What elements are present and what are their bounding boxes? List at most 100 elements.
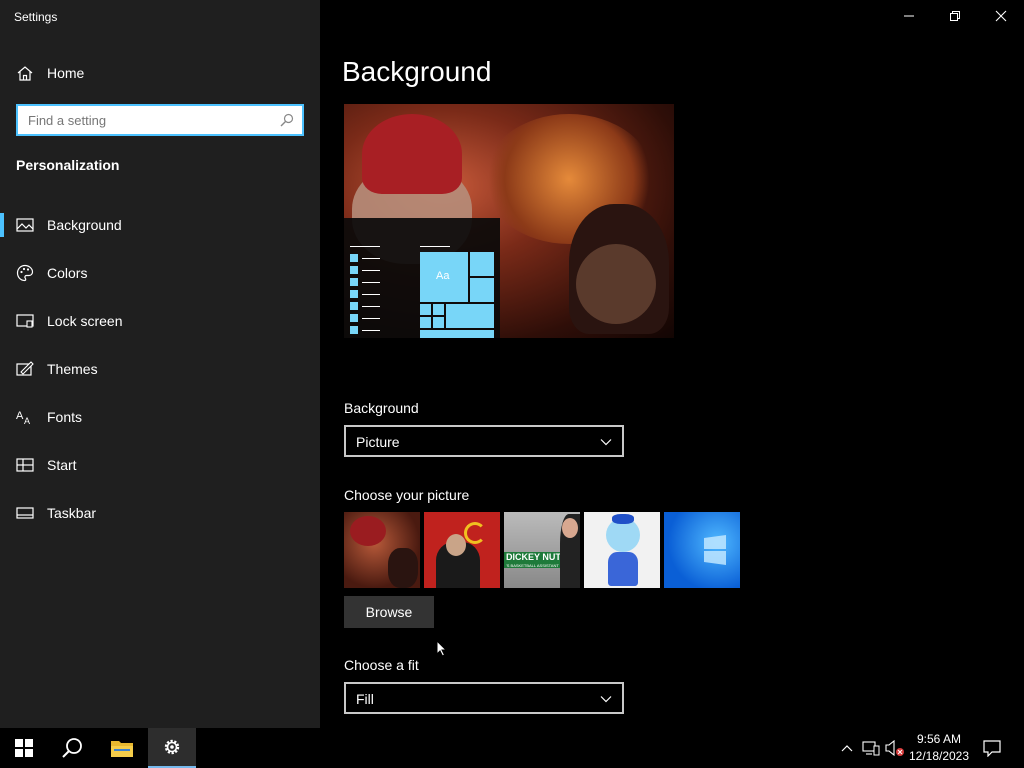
chevron-down-icon — [600, 696, 612, 703]
taskbar-icon — [16, 507, 34, 519]
volume-muted-icon — [885, 740, 904, 756]
picture-thumbnail-poster[interactable]: DICKEY NUTT 'S BASKETBALL ASSISTANT — [504, 512, 580, 588]
restore-button[interactable] — [932, 0, 978, 32]
sidebar-item-lock-screen[interactable]: Lock screen — [0, 301, 320, 341]
background-label: Background — [344, 400, 419, 416]
settings-taskbar-button[interactable] — [148, 728, 196, 768]
preview-square — [350, 254, 358, 262]
notifications-icon — [983, 740, 1001, 757]
volume-button[interactable] — [884, 728, 906, 768]
mouse-cursor-icon — [436, 640, 448, 657]
preview-line — [420, 246, 450, 247]
home-nav-item[interactable]: Home — [0, 56, 320, 90]
flag-emblem — [464, 522, 486, 544]
search-input[interactable] — [18, 106, 278, 134]
doll-body — [608, 552, 638, 586]
windows-logo-icon — [704, 535, 726, 565]
sidebar-item-label: Themes — [47, 361, 98, 377]
sidebar-item-background[interactable]: Background — [0, 205, 320, 245]
fit-label: Choose a fit — [344, 657, 419, 673]
sidebar-item-label: Fonts — [47, 409, 83, 425]
lock-screen-icon — [16, 314, 34, 328]
search-icon — [62, 738, 82, 758]
start-button[interactable] — [0, 728, 48, 768]
search-box[interactable] — [16, 104, 304, 136]
windows-start-icon — [15, 739, 33, 757]
face — [562, 518, 578, 538]
picture-thumbnail-flag[interactable] — [424, 512, 500, 588]
preview-tile — [420, 317, 431, 328]
minimize-icon — [904, 15, 914, 17]
background-dropdown[interactable]: Picture — [344, 425, 624, 457]
page-title: Background — [342, 56, 492, 87]
picture-icon — [16, 218, 34, 232]
palette-icon — [16, 264, 34, 282]
creature — [388, 548, 418, 588]
start-icon — [16, 458, 34, 472]
search-taskbar-button[interactable] — [48, 728, 96, 768]
preview-square — [350, 290, 358, 298]
preview-line — [362, 258, 380, 259]
sidebar-item-label: Background — [47, 217, 122, 233]
browse-button[interactable]: Browse — [344, 596, 434, 628]
fonts-icon: A A — [16, 410, 30, 426]
minimize-button[interactable] — [886, 0, 932, 32]
sidebar-item-fonts[interactable]: A A Fonts — [0, 397, 320, 437]
preview-tile — [420, 304, 431, 315]
home-icon — [17, 66, 33, 81]
preview-line — [362, 294, 380, 295]
background-preview: Aa — [344, 104, 674, 338]
preview-tile — [420, 330, 494, 338]
preview-tile — [433, 304, 444, 315]
sidebar-item-label: Start — [47, 457, 77, 473]
show-hidden-icons-button[interactable] — [838, 728, 856, 768]
window-title: Settings — [14, 10, 58, 24]
santa-hat — [350, 516, 386, 546]
preview-line — [362, 318, 380, 319]
picture-thumbnail-santa[interactable] — [344, 512, 420, 588]
action-center-button[interactable] — [978, 728, 1006, 768]
close-button[interactable] — [978, 0, 1024, 32]
sidebar-item-label: Lock screen — [47, 313, 123, 329]
preview-line — [362, 330, 380, 331]
face — [446, 534, 466, 556]
choose-picture-label: Choose your picture — [344, 487, 470, 503]
sidebar-item-label: Colors — [47, 265, 88, 281]
preview-line — [362, 270, 380, 271]
close-icon — [995, 10, 1007, 22]
home-label: Home — [47, 65, 85, 81]
gear-icon — [164, 739, 180, 755]
sidebar-item-taskbar[interactable]: Taskbar — [0, 493, 320, 533]
preview-square — [350, 278, 358, 286]
fit-dropdown[interactable]: Fill — [344, 682, 624, 714]
file-explorer-button[interactable] — [98, 728, 146, 768]
preview-tile — [470, 278, 494, 302]
preview-tile — [433, 317, 444, 328]
sidebar-item-themes[interactable]: Themes — [0, 349, 320, 389]
picture-thumbnail-windows[interactable] — [664, 512, 740, 588]
preview-line — [350, 246, 380, 247]
preview-line — [362, 306, 380, 307]
section-title: Personalization — [16, 157, 120, 173]
clock[interactable]: 9:56 AM 12/18/2023 — [906, 731, 972, 765]
sidebar-item-start[interactable]: Start — [0, 445, 320, 485]
background-dropdown-value: Picture — [356, 434, 400, 450]
themes-icon — [16, 361, 34, 376]
chevron-up-icon — [841, 745, 853, 752]
clock-date: 12/18/2023 — [908, 749, 970, 763]
preview-tile — [470, 252, 494, 276]
network-button[interactable] — [860, 728, 882, 768]
poster-text: DICKEY NUTT — [506, 552, 567, 562]
taskbar: 9:56 AM 12/18/2023 — [0, 728, 1024, 768]
picture-thumbnail-doll[interactable] — [584, 512, 660, 588]
preview-tile — [446, 304, 494, 328]
preview-square — [350, 314, 358, 322]
chevron-down-icon — [600, 439, 612, 446]
preview-tile-text: Aa — [436, 270, 450, 282]
poster-subtext: 'S BASKETBALL ASSISTANT — [506, 563, 559, 568]
sidebar-item-colors[interactable]: Colors — [0, 253, 320, 293]
preview-start-menu — [344, 218, 500, 338]
search-icon[interactable] — [280, 113, 294, 127]
sidebar-item-label: Taskbar — [47, 505, 97, 521]
preview-creature-face — [576, 244, 656, 324]
